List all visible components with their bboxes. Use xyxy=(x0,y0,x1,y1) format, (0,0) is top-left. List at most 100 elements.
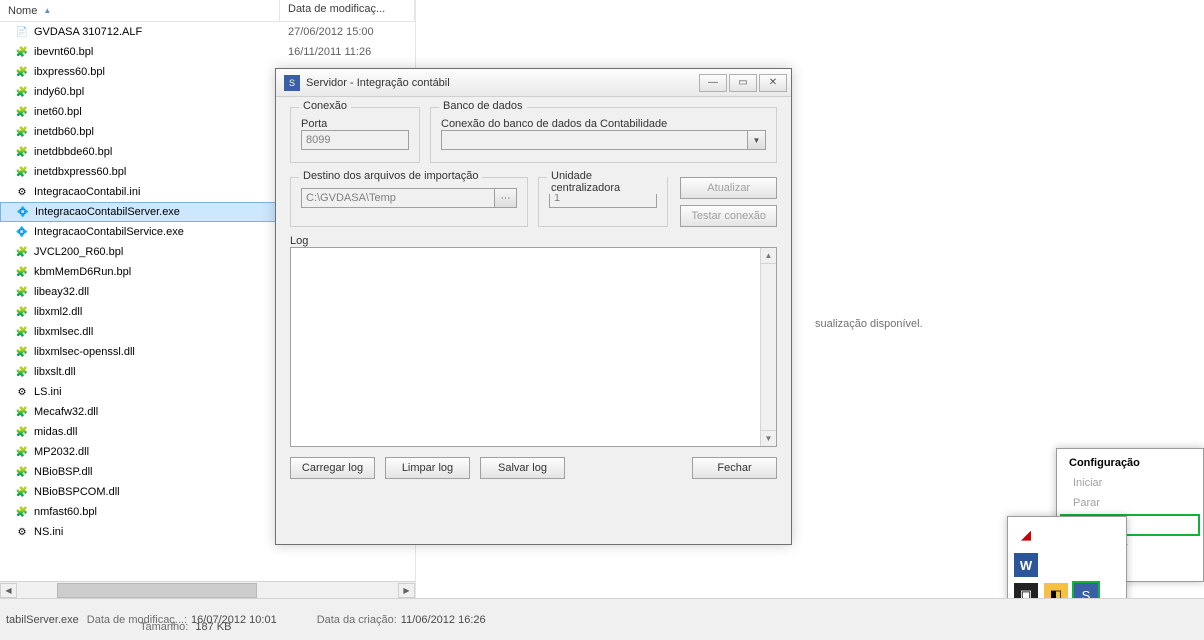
app-icon: S xyxy=(284,75,300,91)
scroll-down-icon[interactable]: ▼ xyxy=(761,430,776,446)
status-create-value: 11/06/2012 16:26 xyxy=(401,614,486,626)
ctx-parar[interactable]: Parar xyxy=(1059,493,1201,513)
ctx-title: Configuração xyxy=(1059,453,1201,473)
group-unidade: Unidade centralizadora xyxy=(538,177,668,227)
group-bd-title: Banco de dados xyxy=(439,100,527,112)
file-icon: 🧩 xyxy=(14,104,30,120)
ctx-iniciar[interactable]: Iniciar xyxy=(1059,473,1201,493)
group-conexao-title: Conexão xyxy=(299,100,351,112)
file-name: inetdb60.bpl xyxy=(34,126,280,138)
file-name: libxml2.dll xyxy=(34,306,280,318)
file-name: MP2032.dll xyxy=(34,446,280,458)
file-icon: 🧩 xyxy=(14,64,30,80)
file-name: NS.ini xyxy=(34,526,280,538)
file-name: libxmlsec-openssl.dll xyxy=(34,346,280,358)
file-icon: 🧩 xyxy=(14,464,30,480)
file-icon: 🧩 xyxy=(14,164,30,180)
tray-icon-2[interactable] xyxy=(1044,523,1068,547)
group-banco-dados: Banco de dados Conexão do banco de dados… xyxy=(430,107,777,163)
file-icon: 🧩 xyxy=(14,124,30,140)
file-name: LS.ini xyxy=(34,386,280,398)
file-icon: 🧩 xyxy=(14,504,30,520)
destino-input[interactable] xyxy=(301,188,495,208)
scroll-thumb[interactable] xyxy=(57,583,257,598)
file-icon: 🧩 xyxy=(14,304,30,320)
log-label: Log xyxy=(290,235,777,247)
group-destino-title: Destino dos arquivos de importação xyxy=(299,170,482,182)
file-name: IntegracaoContabil.ini xyxy=(34,186,280,198)
group-conexao: Conexão Porta xyxy=(290,107,420,163)
status-size-label: Tamanho: xyxy=(140,621,188,633)
file-row[interactable]: 📄GVDASA 310712.ALF27/06/2012 15:00 xyxy=(0,22,415,42)
tray-icon-6[interactable] xyxy=(1074,553,1098,577)
file-icon: 🧩 xyxy=(14,424,30,440)
scroll-right-icon[interactable]: ▶ xyxy=(398,583,415,598)
maximize-button[interactable]: ▭ xyxy=(729,74,757,92)
log-scrollbar[interactable]: ▲ ▼ xyxy=(760,248,776,446)
file-name: IntegracaoContabilService.exe xyxy=(34,226,280,238)
file-icon: 💠 xyxy=(14,224,30,240)
file-name: libxmlsec.dll xyxy=(34,326,280,338)
testar-conexao-button[interactable]: Testar conexão xyxy=(680,205,777,227)
scroll-left-icon[interactable]: ◀ xyxy=(0,583,17,598)
status-filename: tabilServer.exe xyxy=(6,614,79,626)
carregar-log-button[interactable]: Carregar log xyxy=(290,457,375,479)
status-bar: tabilServer.exe Data de modificaç...: 16… xyxy=(0,598,1204,640)
horizontal-scrollbar[interactable]: ◀ ▶ xyxy=(0,581,415,598)
salvar-log-button[interactable]: Salvar log xyxy=(480,457,565,479)
file-name: inetdbbde60.bpl xyxy=(34,146,280,158)
group-unidade-title: Unidade centralizadora xyxy=(547,170,667,194)
dialog-servidor: S Servidor - Integração contábil — ▭ ✕ C… xyxy=(275,68,792,545)
file-icon: 🧩 xyxy=(14,404,30,420)
file-name: libxslt.dll xyxy=(34,366,280,378)
col-date[interactable]: Data de modificaç... xyxy=(280,0,415,21)
limpar-log-button[interactable]: Limpar log xyxy=(385,457,470,479)
file-icon: 🧩 xyxy=(14,484,30,500)
tray-word-icon[interactable]: W xyxy=(1014,553,1038,577)
tray-adobe-icon[interactable]: ◢ xyxy=(1014,523,1038,547)
status-create-label: Data da criação: xyxy=(317,614,397,626)
file-date: 16/11/2011 11:26 xyxy=(280,46,415,58)
log-textarea[interactable]: ▲ ▼ xyxy=(290,247,777,447)
file-icon: 🧩 xyxy=(14,264,30,280)
column-headers: Nome▲ Data de modificaç... xyxy=(0,0,415,22)
scroll-up-icon[interactable]: ▲ xyxy=(761,248,776,264)
file-row[interactable]: 🧩ibevnt60.bpl16/11/2011 11:26 xyxy=(0,42,415,62)
file-name: NBioBSPCOM.dll xyxy=(34,486,280,498)
file-icon: 🧩 xyxy=(14,44,30,60)
close-button[interactable]: ✕ xyxy=(759,74,787,92)
tray-icon-5[interactable] xyxy=(1044,553,1068,577)
fechar-button[interactable]: Fechar xyxy=(692,457,777,479)
col-name[interactable]: Nome▲ xyxy=(0,0,280,21)
bd-combo-input[interactable] xyxy=(441,130,748,150)
file-icon: ⚙ xyxy=(14,524,30,540)
file-icon: ⚙ xyxy=(14,384,30,400)
file-icon: 💠 xyxy=(15,204,31,220)
file-name: ibxpress60.bpl xyxy=(34,66,280,78)
group-destino: Destino dos arquivos de importação ⋯ xyxy=(290,177,528,227)
chevron-down-icon[interactable]: ▼ xyxy=(748,130,766,150)
file-name: GVDASA 310712.ALF xyxy=(34,26,280,38)
file-icon: 🧩 xyxy=(14,144,30,160)
titlebar[interactable]: S Servidor - Integração contábil — ▭ ✕ xyxy=(276,69,791,97)
file-icon: 🧩 xyxy=(14,84,30,100)
file-icon: 🧩 xyxy=(14,444,30,460)
porta-input[interactable] xyxy=(301,130,409,150)
file-date: 27/06/2012 15:00 xyxy=(280,26,415,38)
file-name: Mecafw32.dll xyxy=(34,406,280,418)
file-icon: 🧩 xyxy=(14,284,30,300)
file-icon: 🧩 xyxy=(14,244,30,260)
tray-icon-3[interactable] xyxy=(1074,523,1098,547)
file-name: inet60.bpl xyxy=(34,106,280,118)
file-icon: 🧩 xyxy=(14,364,30,380)
browse-folder-icon[interactable]: ⋯ xyxy=(495,188,517,208)
file-name: NBioBSP.dll xyxy=(34,466,280,478)
preview-unavailable: sualização disponível. xyxy=(815,318,923,330)
title-text: Servidor - Integração contábil xyxy=(306,77,697,89)
file-name: indy60.bpl xyxy=(34,86,280,98)
atualizar-button[interactable]: Atualizar xyxy=(680,177,777,199)
minimize-button[interactable]: — xyxy=(699,74,727,92)
sort-asc-icon: ▲ xyxy=(43,6,51,15)
file-name: JVCL200_R60.bpl xyxy=(34,246,280,258)
file-icon: 🧩 xyxy=(14,344,30,360)
